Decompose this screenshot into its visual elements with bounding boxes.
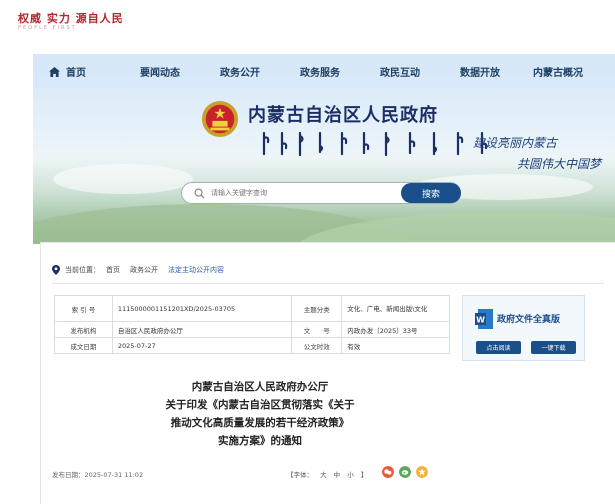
meta-key-doc-number: 文 号 (291, 321, 343, 338)
site-title: 内蒙古自治区人民政府 (248, 105, 438, 126)
slogan: 权威 实力 源自人民 (18, 12, 124, 25)
font-size-small[interactable]: 小 (347, 471, 354, 479)
meta-key-written-date: 成文日期 (54, 337, 113, 354)
meta-key-index: 索 引 号 (54, 295, 113, 322)
document-title-line: 实施方案》的通知 (218, 435, 302, 447)
svg-text:W: W (476, 316, 485, 325)
meta-key-publisher: 发布机构 (54, 321, 113, 338)
document-title-line: 内蒙古自治区人民政府办公厅 (191, 381, 329, 393)
document-title-line: 关于印发《内蒙古自治区贯彻落实《关于 (165, 399, 355, 411)
breadcrumb-home[interactable]: 首页 (106, 265, 120, 275)
meta-value-index: 11150000011512​01XD/2025-03705 (111, 295, 293, 322)
meta-value-publisher: 自治区人民政府办公厅 (111, 321, 293, 338)
font-size-medium[interactable]: 中 (334, 471, 341, 479)
nav-item-overview[interactable]: 内蒙古概况 (533, 64, 583, 79)
nav-item-services[interactable]: 政务服务 (300, 64, 340, 79)
content-panel (40, 242, 615, 504)
read-button[interactable]: 点击阅读 (476, 341, 521, 354)
document-meta-table: 索 引 号 11150000011512​01XD/2025-03705 主题分… (54, 295, 450, 354)
font-size-end: 】 (360, 471, 368, 479)
breadcrumb-current[interactable]: 法定主动公开内容 (168, 265, 224, 275)
nav-item-interaction[interactable]: 政民互动 (380, 64, 420, 79)
search-icon (194, 188, 205, 199)
font-size-label: 【字体： (287, 471, 313, 479)
mongolian-script-decoration (262, 131, 488, 157)
breadcrumb-label: 当前位置： (65, 266, 100, 274)
table-row: 发布机构 自治区人民政府办公厅 文 号 内政办发〔2025〕33号 (54, 321, 450, 338)
nav-item-open-data[interactable]: 数据开放 (460, 64, 500, 79)
nav-item-label: 首页 (66, 68, 86, 79)
nav-item-open-government[interactable]: 政务公开 (220, 64, 260, 79)
svg-text:建设亮丽内蒙古: 建设亮丽内蒙古 (473, 136, 559, 150)
table-row: 索 引 号 11150000011512​01XD/2025-03705 主题分… (54, 295, 450, 322)
publish-date-label: 发布日期： (52, 471, 85, 479)
share-favorite-icon[interactable] (416, 466, 428, 478)
search-input[interactable] (211, 185, 391, 201)
meta-value-doc-number: 内政办发〔2025〕33号 (341, 321, 450, 338)
cloud-decoration (53, 164, 193, 194)
national-emblem-icon (201, 100, 239, 138)
calligraphy-slogan: 建设亮丽内蒙古 共圆伟大中国梦 (473, 136, 603, 171)
location-pin-icon (52, 265, 60, 275)
home-icon (49, 67, 60, 77)
meta-key-validity: 公文时效 (291, 337, 343, 354)
breadcrumb-open-government[interactable]: 政务公开 (130, 265, 158, 275)
breadcrumb: 当前位置： 首页 政务公开 法定主动公开内容 (52, 265, 234, 275)
meta-key-category: 主题分类 (291, 295, 343, 322)
nav-item-home[interactable]: 首页 (49, 64, 86, 79)
document-title: 内蒙古自治区人民政府办公厅 关于印发《内蒙古自治区贯彻落实《关于 推动文化高质量… (110, 378, 410, 450)
main-nav: 首页 要闻动态 政务公开 政务服务 政民互动 数据开放 内蒙古概况 (33, 54, 615, 88)
document-title-line: 推动文化高质量发展的若干经济政策》 (170, 417, 350, 429)
full-text-version-title: 政府文件全真版 (497, 315, 561, 325)
font-size-switcher: 【字体： 大 中 小 】 (287, 469, 372, 479)
search-button[interactable]: 搜索 (401, 183, 461, 203)
banner: 首页 要闻动态 政务公开 政务服务 政民互动 数据开放 内蒙古概况 内蒙古自治区… (33, 54, 615, 244)
publish-date: 发布日期：2025-07-31 11:02 (52, 469, 143, 479)
publish-date-value: 2025-07-31 11:02 (84, 471, 144, 479)
divider (52, 283, 604, 284)
meta-value-validity: 有效 (341, 337, 450, 354)
meta-value-written-date: 2025-07-27 (111, 337, 293, 354)
svg-text:共圆伟大中国梦: 共圆伟大中国梦 (517, 157, 603, 171)
slogan-sub: PEOPLE FIRST (18, 25, 77, 31)
download-button[interactable]: 一键下载 (531, 341, 576, 354)
share-wechat-icon[interactable] (382, 466, 394, 478)
share-weibo-icon[interactable] (399, 466, 411, 478)
document-icon: W (475, 309, 493, 329)
table-row: 成文日期 2025-07-27 公文时效 有效 (54, 337, 450, 354)
meta-value-category: 文化、广电、新闻出版\文化 (341, 295, 450, 322)
font-size-large[interactable]: 大 (320, 471, 327, 479)
nav-item-news[interactable]: 要闻动态 (140, 64, 180, 79)
top-bar: 权威 实力 源自人民 PEOPLE FIRST (0, 0, 615, 42)
